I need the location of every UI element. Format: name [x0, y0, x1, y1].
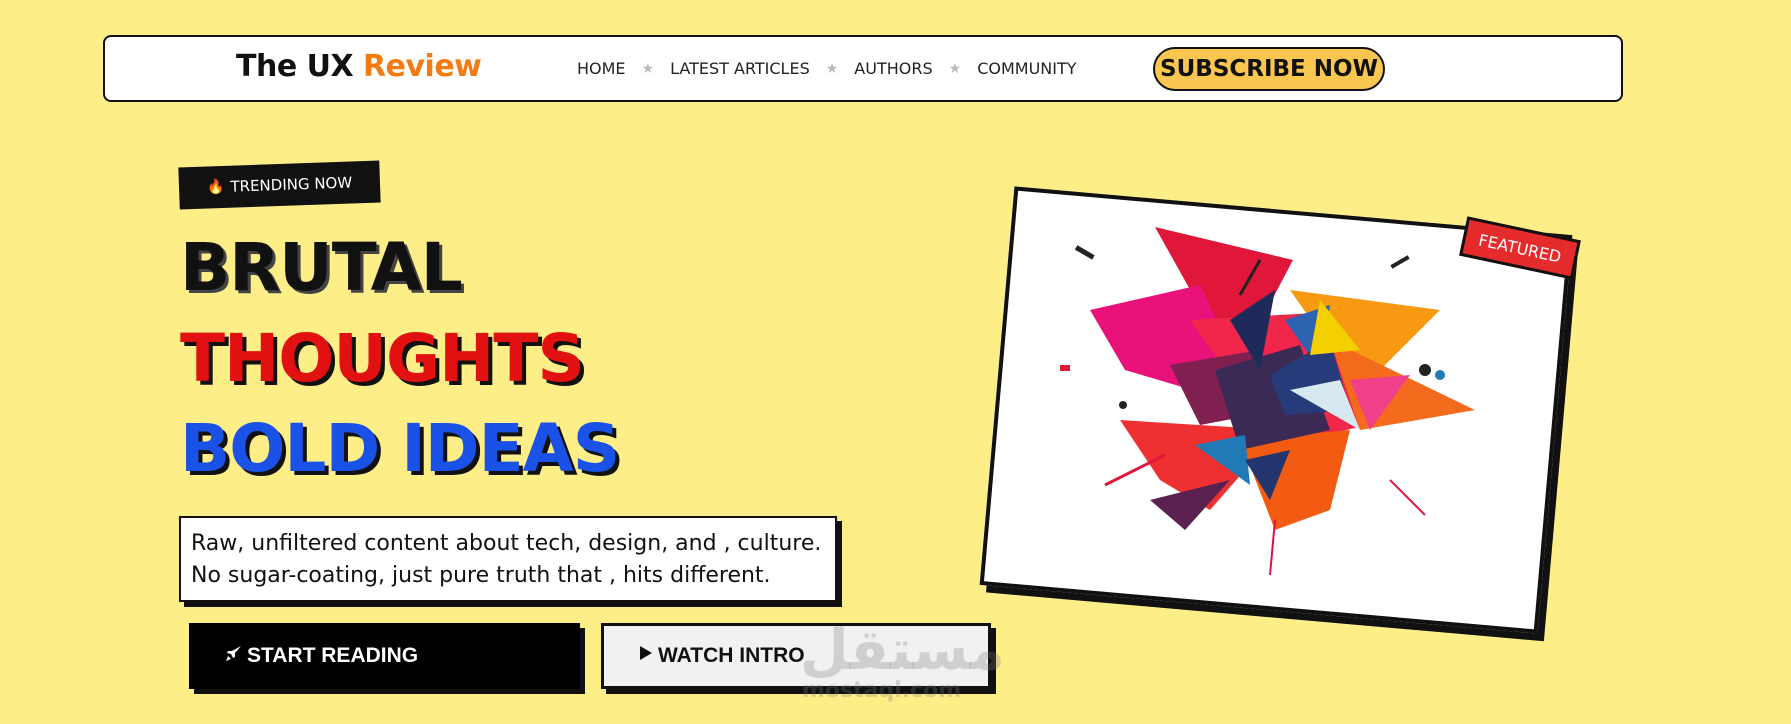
- nav-link-authors[interactable]: AUTHORS: [854, 59, 932, 78]
- site-logo[interactable]: The UX Review: [236, 49, 482, 84]
- hero-description: Raw, unfiltered content about tech, desi…: [179, 516, 837, 602]
- abstract-art-image: [1060, 227, 1475, 576]
- start-reading-button[interactable]: START READING: [189, 623, 580, 689]
- watermark-url: mostaql.com: [802, 678, 962, 703]
- watermark-logo: مستقل: [800, 618, 1005, 683]
- headline-line-1: BRUTAL: [180, 229, 463, 306]
- subscribe-button[interactable]: SUBSCRIBE NOW: [1153, 47, 1385, 91]
- nav-link-community[interactable]: COMMUNITY: [977, 59, 1076, 78]
- logo-text: The UX: [236, 49, 364, 84]
- start-reading-label: START READING: [247, 644, 419, 667]
- description-line-2: No sugar-coating, just pure truth that ,…: [191, 563, 771, 588]
- watch-intro-label: WATCH INTRO: [658, 644, 805, 667]
- headline-line-2: THOUGHTS: [180, 320, 585, 397]
- rocket-icon: [225, 644, 243, 668]
- star-separator-icon: ★: [825, 60, 839, 77]
- nav-link-home[interactable]: HOME: [577, 59, 626, 78]
- star-separator-icon: ★: [641, 60, 655, 77]
- nav-links: HOME ★ LATEST ARTICLES ★ AUTHORS ★ COMMU…: [577, 59, 1077, 78]
- nav-link-latest-articles[interactable]: LATEST ARTICLES: [670, 59, 810, 78]
- star-separator-icon: ★: [948, 60, 962, 77]
- trending-badge: 🔥 TRENDING NOW: [178, 160, 381, 210]
- flame-icon: 🔥: [206, 178, 225, 196]
- headline-line-3: BOLD IDEAS: [180, 410, 620, 487]
- top-nav: The UX Review HOME ★ LATEST ARTICLES ★ A…: [103, 35, 1623, 102]
- description-line-1: Raw, unfiltered content about tech, desi…: [191, 531, 822, 556]
- trending-label: TRENDING NOW: [230, 173, 353, 196]
- logo-accent-text: Review: [363, 49, 482, 84]
- play-icon: [638, 644, 654, 668]
